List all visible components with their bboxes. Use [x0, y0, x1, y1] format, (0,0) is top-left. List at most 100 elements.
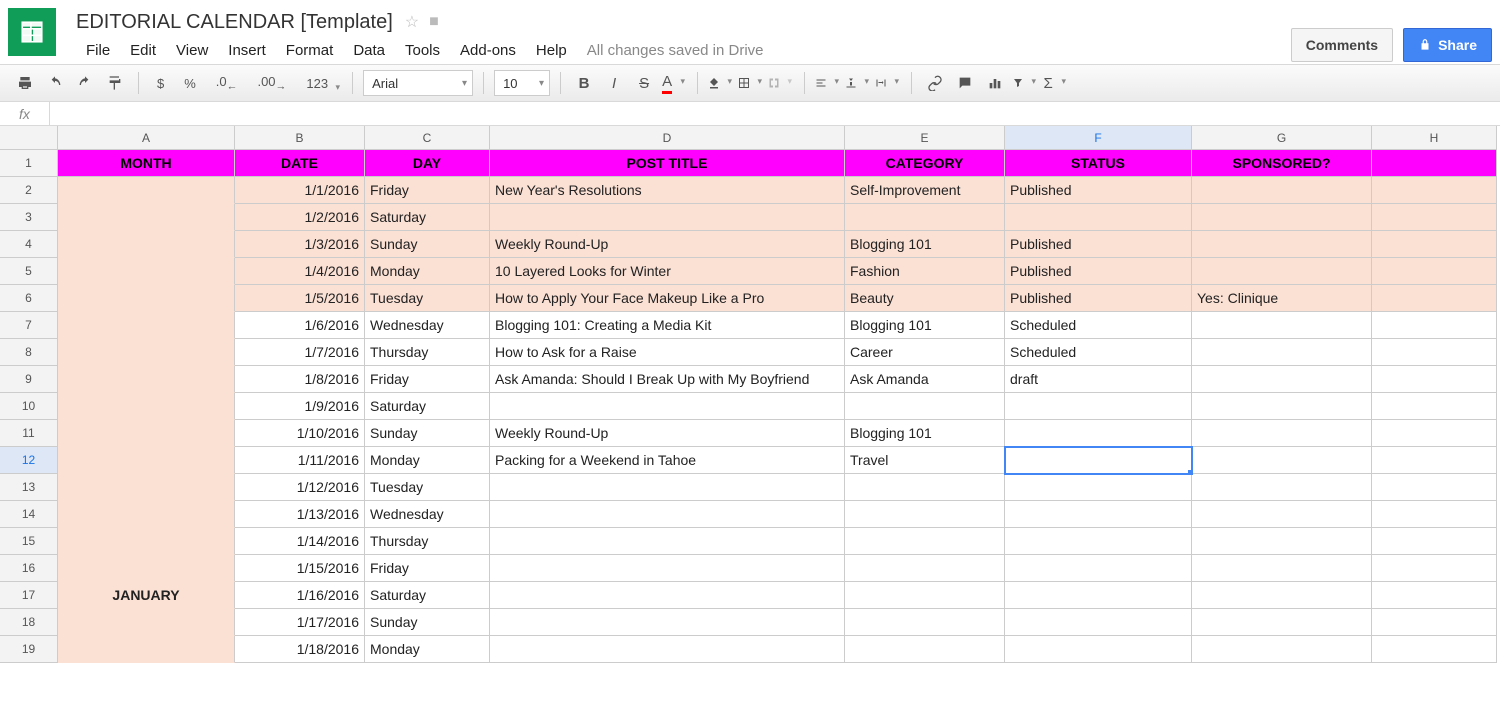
cell[interactable]	[58, 312, 235, 339]
cell[interactable]	[1005, 609, 1192, 636]
cell[interactable]: Ask Amanda	[845, 366, 1005, 393]
cell[interactable]: Friday	[365, 177, 490, 204]
cell[interactable]	[58, 204, 235, 231]
menu-addons[interactable]: Add-ons	[450, 38, 526, 63]
row-header[interactable]: 1	[0, 150, 58, 177]
cell[interactable]: Published	[1005, 258, 1192, 285]
cell[interactable]: Published	[1005, 285, 1192, 312]
cell[interactable]	[490, 204, 845, 231]
cell[interactable]	[1192, 474, 1372, 501]
cell[interactable]	[1192, 339, 1372, 366]
cell[interactable]	[845, 204, 1005, 231]
cell[interactable]: 1/5/2016	[235, 285, 365, 312]
cell[interactable]	[1372, 636, 1497, 663]
cell[interactable]: 1/10/2016	[235, 420, 365, 447]
menu-file[interactable]: File	[76, 38, 120, 63]
fill-color-icon[interactable]	[708, 70, 734, 96]
col-header-h[interactable]: H	[1372, 126, 1497, 150]
cell[interactable]: Scheduled	[1005, 339, 1192, 366]
cell[interactable]: Packing for a Weekend in Tahoe	[490, 447, 845, 474]
functions-icon[interactable]: Σ	[1042, 70, 1068, 96]
wrap-icon[interactable]	[875, 70, 901, 96]
v-align-icon[interactable]	[845, 70, 871, 96]
row-header[interactable]: 5	[0, 258, 58, 285]
cell[interactable]: Career	[845, 339, 1005, 366]
row-header[interactable]: 3	[0, 204, 58, 231]
cell[interactable]	[1005, 474, 1192, 501]
row-header[interactable]: 14	[0, 501, 58, 528]
cell[interactable]	[1192, 231, 1372, 258]
cell[interactable]: Sunday	[365, 609, 490, 636]
cell[interactable]: DAY	[365, 150, 490, 177]
cell[interactable]: Published	[1005, 177, 1192, 204]
cell[interactable]: 1/4/2016	[235, 258, 365, 285]
cell[interactable]: 1/18/2016	[235, 636, 365, 663]
filter-icon[interactable]	[1012, 70, 1038, 96]
cell[interactable]	[58, 447, 235, 474]
cell[interactable]	[1192, 582, 1372, 609]
col-header-f[interactable]: F	[1005, 126, 1192, 150]
cell[interactable]: How to Ask for a Raise	[490, 339, 845, 366]
cell[interactable]: Blogging 101	[845, 231, 1005, 258]
cell[interactable]: 1/8/2016	[235, 366, 365, 393]
cell[interactable]	[1372, 312, 1497, 339]
cell[interactable]: 1/17/2016	[235, 609, 365, 636]
italic-icon[interactable]: I	[601, 70, 627, 96]
cell[interactable]	[58, 528, 235, 555]
cell[interactable]	[1192, 528, 1372, 555]
cell[interactable]: 1/11/2016	[235, 447, 365, 474]
col-header-c[interactable]: C	[365, 126, 490, 150]
cell[interactable]: Friday	[365, 555, 490, 582]
cell[interactable]: Ask Amanda: Should I Break Up with My Bo…	[490, 366, 845, 393]
cell[interactable]	[58, 474, 235, 501]
cell[interactable]: Weekly Round-Up	[490, 231, 845, 258]
cell[interactable]	[1005, 555, 1192, 582]
h-align-icon[interactable]	[815, 70, 841, 96]
cell[interactable]: Monday	[365, 636, 490, 663]
cell[interactable]	[1372, 393, 1497, 420]
cell[interactable]: Sunday	[365, 420, 490, 447]
redo-icon[interactable]	[72, 70, 98, 96]
cell[interactable]: Published	[1005, 231, 1192, 258]
dec-increase-button[interactable]: .00→	[249, 74, 294, 93]
cell[interactable]	[1372, 474, 1497, 501]
cell[interactable]: Travel	[845, 447, 1005, 474]
strikethrough-icon[interactable]: S	[631, 70, 657, 96]
cell[interactable]: Saturday	[365, 204, 490, 231]
cell[interactable]: MONTH	[58, 150, 235, 177]
folder-icon[interactable]: ■	[429, 13, 439, 31]
share-button[interactable]: Share	[1403, 28, 1492, 62]
cell[interactable]	[1192, 258, 1372, 285]
cell[interactable]	[1192, 177, 1372, 204]
text-color-icon[interactable]: A	[661, 70, 687, 96]
menu-data[interactable]: Data	[343, 38, 395, 63]
row-header[interactable]: 9	[0, 366, 58, 393]
menu-view[interactable]: View	[166, 38, 218, 63]
cell[interactable]	[490, 609, 845, 636]
cell[interactable]	[1372, 582, 1497, 609]
spreadsheet-grid[interactable]: A B C D E F G H 1 MONTH DATE DAY POST TI…	[0, 126, 1500, 663]
cell[interactable]: draft	[1005, 366, 1192, 393]
cell[interactable]: Beauty	[845, 285, 1005, 312]
cell[interactable]	[1372, 177, 1497, 204]
cell[interactable]	[1372, 609, 1497, 636]
paint-format-icon[interactable]	[102, 70, 128, 96]
cell[interactable]	[845, 555, 1005, 582]
cell[interactable]	[58, 636, 235, 663]
comment-icon[interactable]	[952, 70, 978, 96]
cell[interactable]: JANUARY	[58, 582, 235, 609]
merge-icon[interactable]	[768, 70, 794, 96]
cell[interactable]	[845, 393, 1005, 420]
cell[interactable]	[58, 501, 235, 528]
cell[interactable]: Yes: Clinique	[1192, 285, 1372, 312]
cell[interactable]: CATEGORY	[845, 150, 1005, 177]
cell[interactable]	[1372, 339, 1497, 366]
font-select[interactable]: Arial	[363, 70, 473, 96]
formula-input[interactable]	[50, 102, 1500, 125]
cell[interactable]	[58, 231, 235, 258]
undo-icon[interactable]	[42, 70, 68, 96]
cell[interactable]: Blogging 101	[845, 420, 1005, 447]
cell[interactable]: 1/15/2016	[235, 555, 365, 582]
row-header[interactable]: 8	[0, 339, 58, 366]
cell[interactable]: 1/7/2016	[235, 339, 365, 366]
